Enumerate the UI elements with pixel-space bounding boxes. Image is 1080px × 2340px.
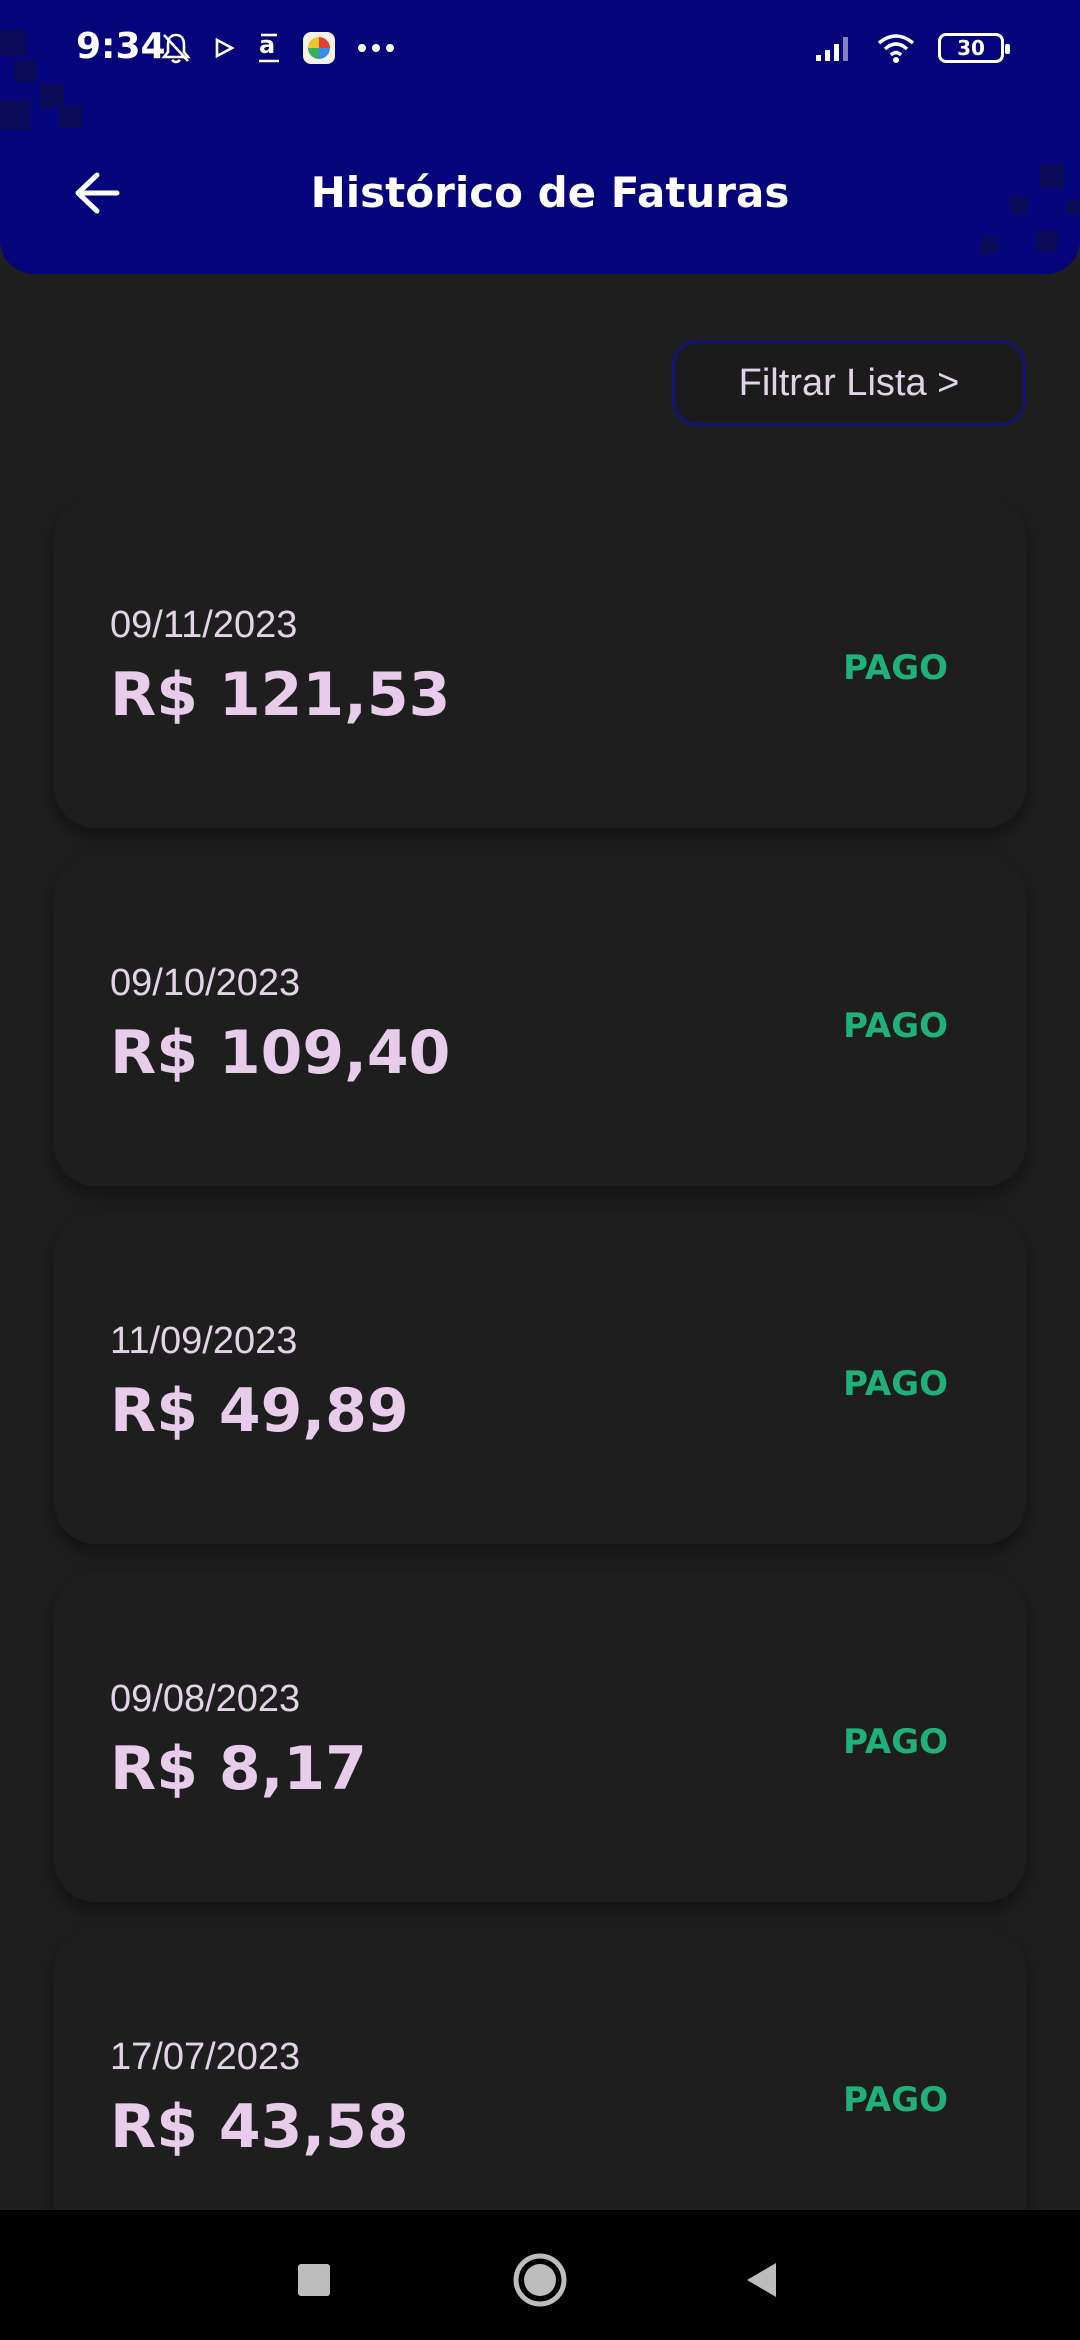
invoice-card[interactable]: 11/09/2023 R$ 49,89 PAGO: [54, 1214, 1026, 1544]
invoice-status-badge: PAGO: [843, 2080, 948, 2120]
app-header: 9:34 a 30 Histórico de Faturas: [0, 0, 1080, 274]
invoice-date: 11/09/2023: [110, 1320, 298, 1362]
invoice-card[interactable]: 09/11/2023 R$ 121,53 PAGO: [54, 498, 1026, 828]
decor-square: [980, 236, 998, 254]
status-bar: 9:34 a 30: [0, 0, 1080, 96]
home-circle-icon: [513, 2253, 567, 2307]
invoice-status-badge: PAGO: [843, 648, 948, 688]
status-time: 9:34: [76, 26, 166, 67]
decor-square: [0, 100, 30, 130]
invoice-history-screen: 9:34 a 30 Histórico de Faturas Filtrar L…: [0, 0, 1080, 2340]
signal-icon: [814, 28, 854, 68]
invoice-date: 09/10/2023: [110, 962, 301, 1004]
invoice-amount: R$ 121,53: [110, 660, 451, 730]
invoice-amount: R$ 43,58: [110, 2092, 409, 2162]
back-triangle-icon: [747, 2263, 776, 2297]
amazon-icon: a: [256, 28, 282, 68]
more-dots-icon: [356, 28, 396, 68]
invoice-card[interactable]: 09/10/2023 R$ 109,40 PAGO: [54, 856, 1026, 1186]
app-color-icon: [302, 28, 336, 68]
status-icons-left: a: [160, 28, 396, 68]
system-navigation-bar: [0, 2210, 1080, 2340]
home-button[interactable]: [500, 2240, 580, 2320]
page-title: Histórico de Faturas: [310, 168, 790, 217]
battery-icon: 30: [938, 33, 1010, 63]
filter-list-button[interactable]: Filtrar Lista >: [672, 340, 1026, 426]
recents-square-icon: [298, 2264, 330, 2296]
decor-square: [1036, 230, 1058, 252]
status-icons-right: 30: [814, 28, 1010, 68]
decor-square: [60, 106, 82, 128]
invoice-amount: R$ 8,17: [110, 1734, 367, 1804]
invoice-date: 17/07/2023: [110, 2036, 301, 2078]
invoice-amount: R$ 49,89: [110, 1376, 409, 1446]
invoice-card[interactable]: 09/08/2023 R$ 8,17 PAGO: [54, 1572, 1026, 1902]
invoice-amount: R$ 109,40: [110, 1018, 451, 1088]
invoice-status-badge: PAGO: [843, 1722, 948, 1762]
invoice-status-badge: PAGO: [843, 1006, 948, 1046]
invoice-date: 09/11/2023: [110, 604, 298, 646]
wifi-icon: [876, 28, 916, 68]
invoice-date: 09/08/2023: [110, 1678, 301, 1720]
back-nav-button[interactable]: [722, 2240, 802, 2320]
mute-bell-icon: [160, 28, 192, 68]
invoice-status-badge: PAGO: [843, 1364, 948, 1404]
play-icon: [212, 28, 236, 68]
recents-button[interactable]: [274, 2240, 354, 2320]
